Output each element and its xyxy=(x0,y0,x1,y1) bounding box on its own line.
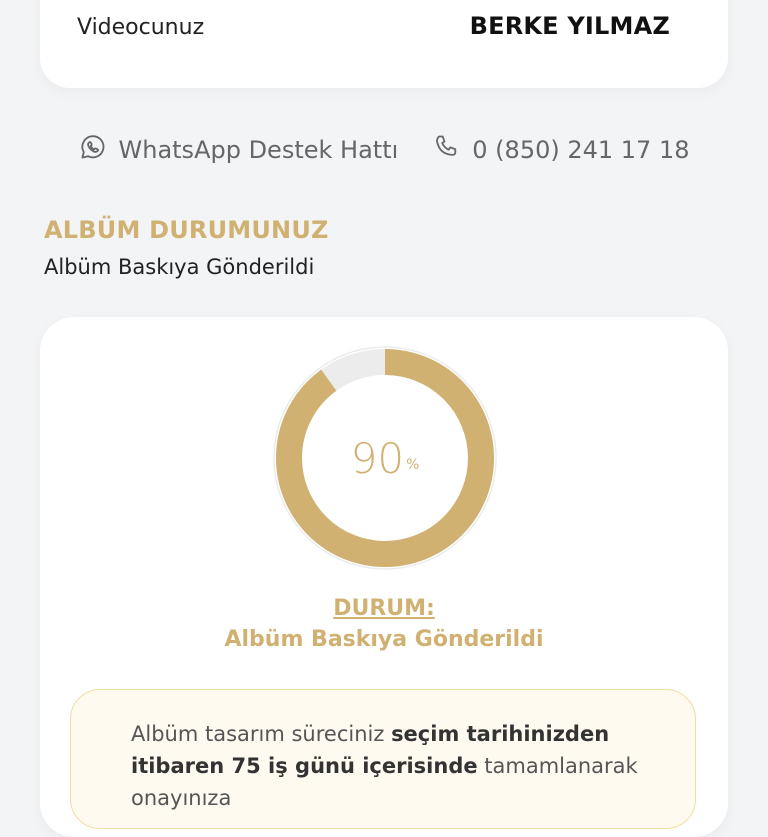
album-status-heading: ALBÜM DURUMUNUZ xyxy=(44,216,329,244)
progress-unit: % xyxy=(406,457,420,473)
whatsapp-support-link[interactable]: WhatsApp Destek Hattı xyxy=(79,133,399,167)
whatsapp-support-label: WhatsApp Destek Hattı xyxy=(118,136,399,164)
progress-value: 90 % xyxy=(273,346,497,570)
status-label: DURUM: xyxy=(333,596,435,621)
info-text-part1: Albüm tasarım süreciniz xyxy=(131,722,392,746)
status-value: Albüm Baskıya Gönderildi xyxy=(224,627,544,652)
videographer-label: Videocunuz xyxy=(77,15,205,40)
phone-icon xyxy=(432,133,460,167)
progress-ring: 90 % xyxy=(273,346,497,570)
user-card: Videocunuz BERKE YILMAZ xyxy=(40,0,728,88)
support-bar: WhatsApp Destek Hattı 0 (850) 241 17 18 xyxy=(0,130,768,170)
info-box: Albüm tasarım süreciniz seçim tarihinizd… xyxy=(70,689,696,829)
phone-support-label: 0 (850) 241 17 18 xyxy=(472,136,690,164)
videographer-name: BERKE YILMAZ xyxy=(469,12,670,40)
album-progress-card: 90 % DURUM: Albüm Baskıya Gönderildi Alb… xyxy=(40,317,728,837)
info-text: Albüm tasarım süreciniz seçim tarihinizd… xyxy=(131,718,681,814)
whatsapp-icon xyxy=(79,133,107,167)
album-status-subtitle: Albüm Baskıya Gönderildi xyxy=(44,255,315,279)
phone-support-link[interactable]: 0 (850) 241 17 18 xyxy=(432,133,690,167)
progress-number: 90 xyxy=(350,433,405,483)
